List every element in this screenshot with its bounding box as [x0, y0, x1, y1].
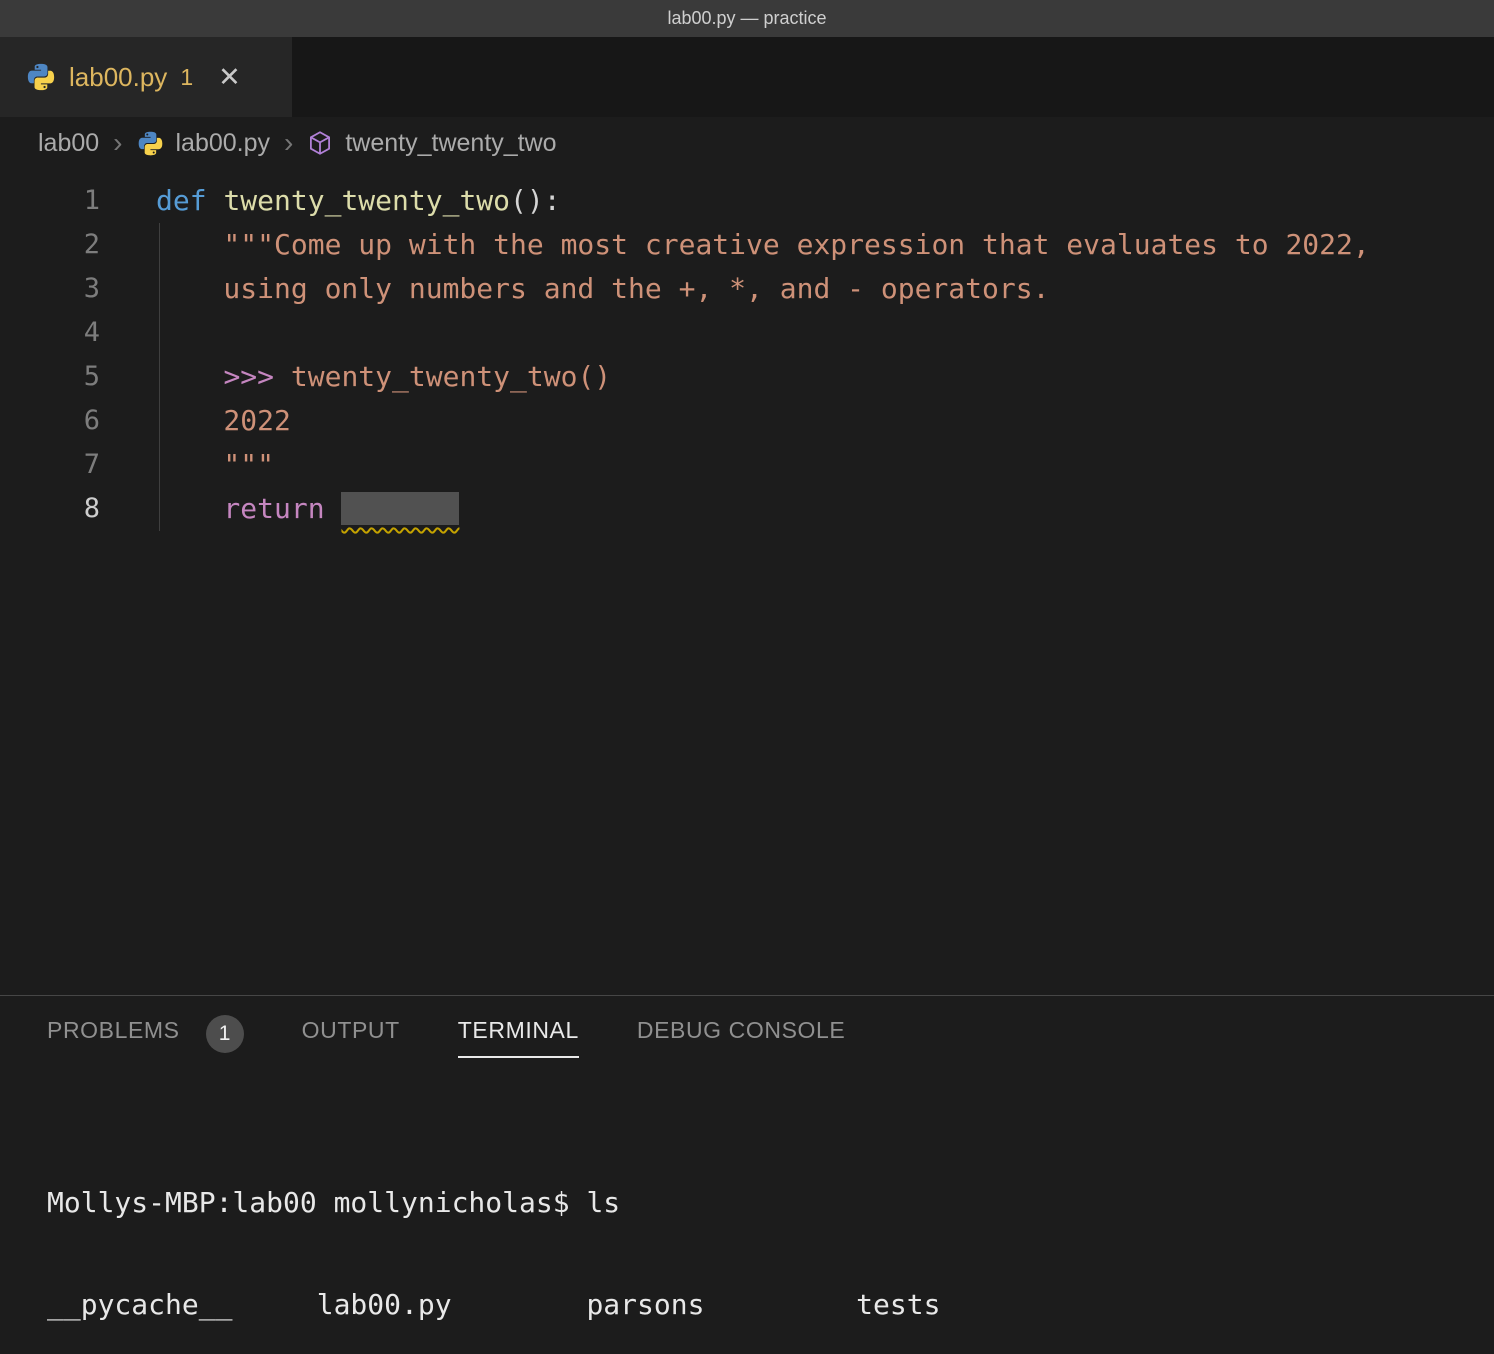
line-number: 7	[0, 443, 100, 487]
window-title: lab00.py — practice	[667, 8, 826, 29]
tab-problems-label: PROBLEMS	[47, 1017, 180, 1058]
line-number: 6	[0, 399, 100, 443]
breadcrumb-folder[interactable]: lab00	[38, 129, 99, 158]
breadcrumb: lab00 › lab00.py › twenty_twenty_two	[0, 117, 1494, 169]
function-name: twenty_twenty_two	[223, 184, 510, 217]
code-line-6[interactable]: 6 2022	[0, 399, 1494, 443]
panel-tab-bar: PROBLEMS 1 OUTPUT TERMINAL DEBUG CONSOLE	[0, 996, 1494, 1078]
tab-filename: lab00.py	[69, 62, 167, 93]
line-number: 5	[0, 355, 100, 399]
tab-bar: lab00.py 1 ✕	[0, 37, 1494, 117]
selection-highlight-error-squiggle	[341, 492, 459, 525]
keyword-return: return	[156, 492, 325, 525]
title-bar: lab00.py — practice	[0, 0, 1494, 37]
editor-tab-lab00[interactable]: lab00.py 1 ✕	[0, 37, 292, 117]
terminal[interactable]: Mollys-MBP:lab00 mollynicholas$ ls __pyc…	[0, 1078, 1494, 1354]
problems-count-badge: 1	[206, 1015, 244, 1053]
code-text: >>> twenty_twenty_two()	[100, 355, 611, 399]
code-line-5[interactable]: 5 >>> twenty_twenty_two()	[0, 355, 1494, 399]
docstring-text: """	[100, 443, 274, 487]
docstring-text: 2022	[100, 399, 291, 443]
python-icon	[26, 62, 56, 92]
code-line-7[interactable]: 7 """	[0, 443, 1494, 487]
line-number: 8	[0, 487, 100, 531]
tab-terminal[interactable]: TERMINAL	[458, 1017, 579, 1058]
punctuation: ():	[510, 184, 561, 217]
line-number: 1	[0, 179, 100, 223]
tab-terminal-label: TERMINAL	[458, 1017, 579, 1058]
code-line-2[interactable]: 2 """Come up with the most creative expr…	[0, 223, 1494, 267]
code-line-4[interactable]: 4	[0, 311, 1494, 355]
bottom-panel: PROBLEMS 1 OUTPUT TERMINAL DEBUG CONSOLE…	[0, 995, 1494, 1354]
symbol-cube-icon	[307, 130, 333, 156]
chevron-right-icon: ›	[282, 129, 295, 157]
code-line-1[interactable]: 1 def twenty_twenty_two():	[0, 179, 1494, 223]
editor[interactable]: 1 def twenty_twenty_two(): 2 """Come up …	[0, 169, 1494, 995]
doctest-prompt: >>>	[223, 360, 290, 393]
code-line-3[interactable]: 3 using only numbers and the +, *, and -…	[0, 267, 1494, 311]
line-number: 3	[0, 267, 100, 311]
docstring-text: using only numbers and the +, *, and - o…	[100, 267, 1049, 311]
tab-debug-console[interactable]: DEBUG CONSOLE	[637, 1017, 845, 1058]
line-number: 4	[0, 311, 100, 355]
python-icon	[137, 130, 164, 157]
terminal-line: __pycache__ lab00.py parsons tests	[47, 1288, 1494, 1322]
close-icon[interactable]: ✕	[218, 64, 241, 91]
line-number: 2	[0, 223, 100, 267]
tab-output-label: OUTPUT	[302, 1017, 400, 1058]
terminal-text: __pycache__ lab00.py parsons tests	[47, 1288, 940, 1321]
terminal-text: Mollys-MBP:lab00 mollynicholas$ ls	[47, 1186, 620, 1219]
breadcrumb-symbol[interactable]: twenty_twenty_two	[345, 129, 556, 158]
indent	[156, 360, 223, 393]
space	[325, 492, 342, 525]
docstring-text: """Come up with the most creative expres…	[100, 223, 1370, 267]
code-text: return	[100, 487, 459, 531]
indent-guide	[159, 223, 160, 531]
keyword-def: def	[156, 184, 223, 217]
chevron-right-icon: ›	[111, 129, 124, 157]
code-line-8[interactable]: 8 return	[0, 487, 1494, 531]
tab-debug-console-label: DEBUG CONSOLE	[637, 1017, 845, 1058]
breadcrumb-file[interactable]: lab00.py	[176, 129, 271, 158]
terminal-line: Mollys-MBP:lab00 mollynicholas$ ls	[47, 1186, 1494, 1220]
tab-output[interactable]: OUTPUT	[302, 1017, 400, 1058]
tab-problems[interactable]: PROBLEMS 1	[47, 1015, 244, 1059]
code-text: def twenty_twenty_two():	[100, 179, 561, 223]
code-text	[100, 311, 156, 355]
doctest-call: twenty_twenty_two()	[291, 360, 611, 393]
tab-problem-count: 1	[180, 64, 193, 91]
